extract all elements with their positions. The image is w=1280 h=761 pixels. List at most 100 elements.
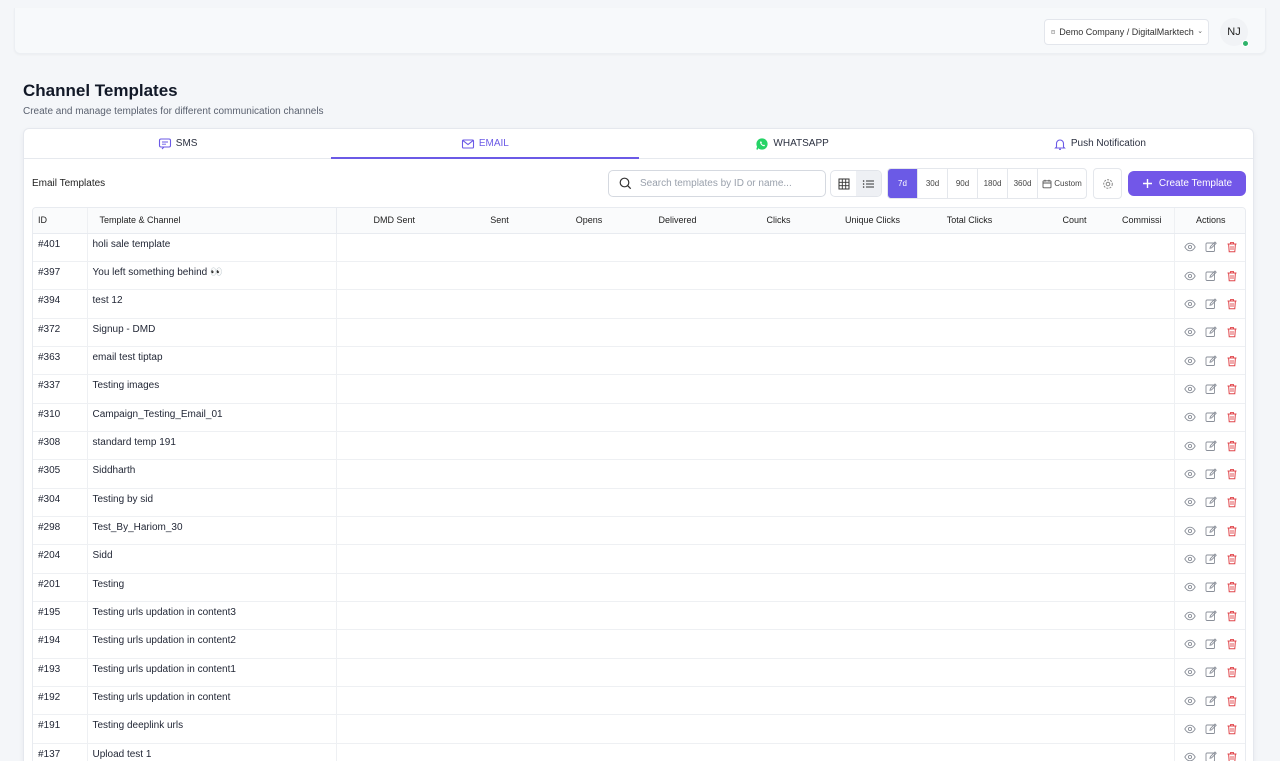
table-row[interactable]: #298 Test_By_Hariom_30 [33,516,1245,546]
table-row[interactable]: #397 You left something behind 👀 [33,261,1245,291]
edit-icon[interactable] [1205,269,1217,282]
delete-icon[interactable] [1226,610,1238,622]
row-template-name[interactable]: Sidd [87,544,337,574]
edit-icon[interactable] [1205,723,1217,735]
range-180d[interactable]: 180d [978,169,1008,198]
column-header-total-clicks[interactable]: Total Clicks [912,208,1027,234]
table-row[interactable]: #201 Testing [33,573,1245,602]
delete-icon[interactable] [1226,695,1238,707]
row-template-name[interactable]: Testing images [87,374,337,404]
tab-sms[interactable]: SMS [24,129,331,158]
delete-icon[interactable] [1226,496,1238,508]
delete-icon[interactable] [1226,326,1238,338]
tab-push-notification[interactable]: Push Notification [946,129,1253,158]
edit-icon[interactable] [1205,241,1217,253]
view-icon[interactable] [1184,411,1196,423]
view-icon[interactable] [1184,751,1196,761]
view-icon[interactable] [1184,270,1196,282]
view-icon[interactable] [1184,355,1196,367]
organization-select[interactable]: Demo Company / DigitalMarktech [1044,19,1209,45]
column-header-unique-clicks[interactable]: Unique Clicks [833,208,912,234]
row-template-name[interactable]: Testing deeplink urls [87,714,337,744]
search-input[interactable] [640,178,810,189]
delete-icon[interactable] [1226,525,1238,537]
table-row[interactable]: #192 Testing urls updation in content [33,686,1245,716]
edit-icon[interactable] [1205,638,1217,650]
row-template-name[interactable]: Testing urls updation in content [87,686,337,716]
edit-icon[interactable] [1205,468,1217,480]
range-360d[interactable]: 360d [1008,169,1038,198]
view-icon[interactable] [1184,496,1196,508]
delete-icon[interactable] [1226,581,1238,593]
row-template-name[interactable]: test 12 [87,289,337,319]
table-row[interactable]: #194 Testing urls updation in content2 [33,629,1245,659]
view-icon[interactable] [1184,581,1196,593]
table-row[interactable]: #308 standard temp 191 [33,431,1245,461]
edit-icon[interactable] [1205,751,1217,761]
search-box[interactable] [608,170,826,197]
column-header-commission[interactable]: Commissi [1122,208,1174,234]
column-header-count[interactable]: Count [1027,208,1122,234]
delete-icon[interactable] [1226,751,1238,761]
row-template-name[interactable]: email test tiptap [87,346,337,376]
row-template-name[interactable]: Siddharth [87,459,337,489]
delete-icon[interactable] [1226,468,1238,480]
table-row[interactable]: #204 Sidd [33,544,1245,574]
create-template-button[interactable]: Create Template [1128,171,1246,196]
range-90d[interactable]: 90d [948,169,978,198]
row-template-name[interactable]: Upload test 1 [87,743,337,761]
range-7d[interactable]: 7d [888,169,918,198]
table-row[interactable]: #137 Upload test 1 [33,743,1245,761]
edit-icon[interactable] [1205,666,1217,678]
row-template-name[interactable]: Testing [87,573,337,602]
view-icon[interactable] [1184,723,1196,735]
delete-icon[interactable] [1226,666,1238,678]
view-icon[interactable] [1184,326,1196,338]
row-template-name[interactable]: Testing urls updation in content2 [87,629,337,659]
table-row[interactable]: #337 Testing images [33,374,1245,404]
table-row[interactable]: #310 Campaign_Testing_Email_01 [33,403,1245,432]
view-icon[interactable] [1184,638,1196,650]
table-row[interactable]: #193 Testing urls updation in content1 [33,658,1245,688]
tab-whatsapp[interactable]: WHATSAPP [639,129,946,158]
edit-icon[interactable] [1205,298,1217,310]
table-row[interactable]: #372 Signup - DMD [33,318,1245,347]
edit-icon[interactable] [1205,610,1217,622]
row-template-name[interactable]: Testing by sid [87,488,337,517]
delete-icon[interactable] [1226,383,1238,395]
table-row[interactable]: #401 holi sale template [33,233,1245,262]
edit-icon[interactable] [1205,581,1217,593]
row-template-name[interactable]: Testing urls updation in content1 [87,658,337,688]
view-icon[interactable] [1184,610,1196,622]
row-template-name[interactable]: Campaign_Testing_Email_01 [87,403,337,432]
edit-icon[interactable] [1205,524,1217,537]
column-header-clicks[interactable]: Clicks [724,208,833,234]
delete-icon[interactable] [1226,241,1238,253]
table-row[interactable]: #305 Siddharth [33,459,1245,489]
view-icon[interactable] [1184,468,1196,480]
edit-icon[interactable] [1205,383,1217,395]
column-header-dmd-sent[interactable]: DMD Sent [336,208,452,234]
column-header-delivered[interactable]: Delivered [631,208,724,234]
view-icon[interactable] [1184,553,1196,565]
view-icon[interactable] [1184,666,1196,678]
delete-icon[interactable] [1226,411,1238,423]
row-template-name[interactable]: Testing urls updation in content3 [87,601,337,631]
delete-icon[interactable] [1226,298,1238,310]
edit-icon[interactable] [1205,439,1217,452]
range-30d[interactable]: 30d [918,169,948,198]
edit-icon[interactable] [1205,553,1217,565]
edit-icon[interactable] [1205,695,1217,707]
column-header-opens[interactable]: Opens [547,208,631,234]
edit-icon[interactable] [1205,496,1217,508]
edit-icon[interactable] [1205,354,1217,367]
column-header-sent[interactable]: Sent [452,208,547,234]
tab-email[interactable]: EMAIL [331,129,639,159]
column-settings-button[interactable] [1093,168,1122,199]
view-icon[interactable] [1184,298,1196,310]
column-header-id[interactable]: ID [33,208,88,234]
delete-icon[interactable] [1226,553,1238,565]
view-icon[interactable] [1184,440,1196,452]
view-icon[interactable] [1184,383,1196,395]
delete-icon[interactable] [1226,270,1238,282]
